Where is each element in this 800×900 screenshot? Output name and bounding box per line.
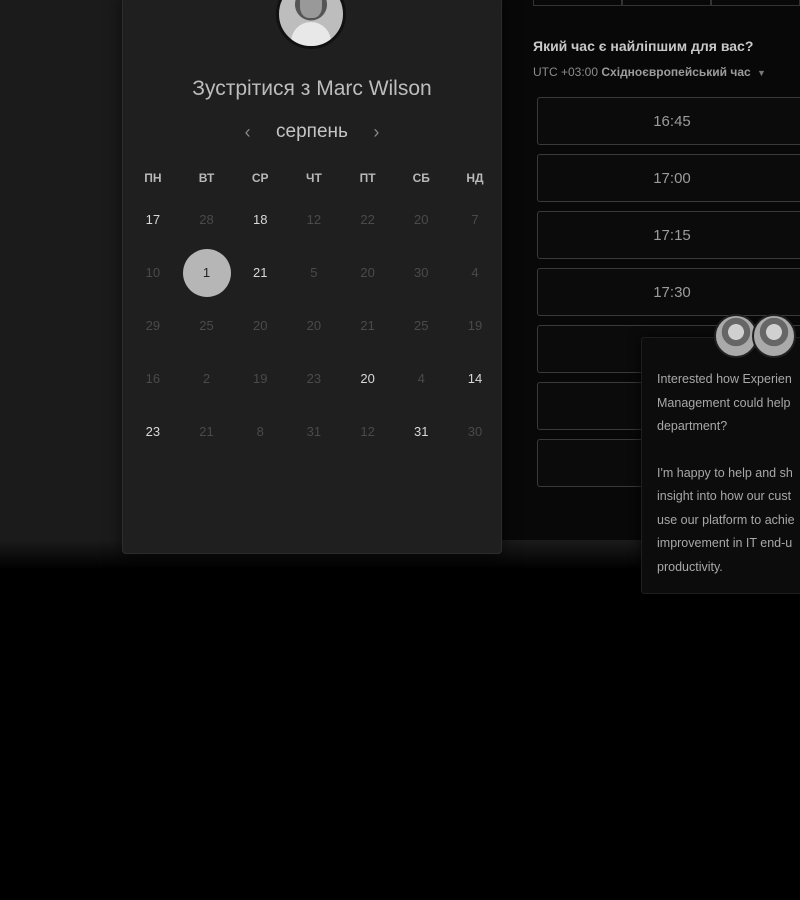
calendar-day[interactable]: 17: [126, 212, 180, 227]
calendar-day: 30: [414, 265, 429, 280]
chat-line: Interested how Experien: [657, 372, 792, 386]
calendar-day: 20: [306, 318, 322, 333]
calendar-day: 21: [199, 424, 214, 439]
calendar-day: 10: [145, 265, 161, 280]
selected-day[interactable]: 1: [180, 248, 234, 297]
calendar-day: 20: [360, 265, 375, 280]
calendar-day: 28: [199, 212, 214, 227]
calendar-day: 5: [310, 265, 318, 280]
chat-line: insight into how our cust: [657, 489, 792, 503]
time-slot-button[interactable]: 17:00: [537, 154, 800, 202]
chat-line: productivity.: [657, 559, 723, 574]
agent-avatar-2[interactable]: [752, 314, 796, 358]
tab[interactable]: [533, 0, 622, 6]
calendar-day: 30: [467, 424, 483, 439]
timezone-selector[interactable]: UTC +03:00 Східноєвропейський час ▼: [533, 65, 766, 79]
calendar-grid: ПН ВТ СР ЧТ ПТ СБ НД 17 28 18 12 22 20 7 10 1 21 5 20 30 4 29…: [126, 163, 502, 458]
time-slot-button[interactable]: 17:15: [537, 211, 800, 259]
chat-line: use our platform to achie: [657, 512, 795, 527]
calendar-week-row: 17 28 18 12 22 20 7: [126, 193, 502, 246]
calendar-day[interactable]: 18: [233, 212, 287, 227]
calendar-day[interactable]: 14: [448, 371, 502, 386]
chat-line: improvement in IT end-u: [657, 536, 793, 550]
weekday-label: НД: [466, 171, 484, 185]
selected-day-label: 1: [182, 248, 231, 297]
calendar-day: 23: [306, 371, 322, 386]
chat-paragraph-2: I'm happy to help and sh insight into how…: [657, 462, 800, 580]
calendar-week-row: 10 1 21 5 20 30 4: [126, 246, 502, 299]
timezone-name: Східноєвропейський час: [601, 65, 751, 79]
chat-line: department?: [657, 419, 728, 433]
tab[interactable]: [622, 0, 711, 6]
calendar-week-row: 29 25 20 20 21 25 19: [126, 299, 502, 352]
calendar-day: 31: [306, 424, 322, 439]
calendar-day: 25: [414, 318, 429, 333]
weekday-label: ПН: [144, 171, 162, 185]
month-label: серпень: [276, 121, 348, 142]
calendar-day: 4: [417, 371, 425, 386]
calendar-day[interactable]: 20: [341, 371, 395, 386]
next-month-icon[interactable]: ›: [366, 122, 386, 143]
caret-down-icon: ▼: [757, 68, 766, 78]
calendar-day: 19: [467, 318, 483, 333]
calendar-day: 4: [471, 265, 479, 280]
calendar-day: 16: [145, 371, 161, 386]
weekday-label: ПТ: [359, 171, 376, 185]
weekday-label: ЧТ: [306, 171, 322, 185]
calendar-day: 2: [202, 371, 211, 386]
calendar-day: 12: [360, 424, 375, 439]
calendar-day: 21: [360, 318, 375, 333]
calendar-day: 20: [252, 318, 268, 333]
month-navigation: ‹ серпень ›: [123, 121, 501, 143]
calendar-day[interactable]: 23: [126, 424, 180, 439]
host-avatar: [276, 0, 346, 49]
calendar-week-row: 23 21 8 31 12 31 30: [126, 405, 502, 458]
weekday-label: СР: [251, 171, 269, 185]
time-question: Який час є найліпшим для вас?: [533, 38, 754, 54]
calendar-week-row: 16 2 19 23 20 4 14: [126, 352, 502, 405]
calendar-day: 22: [360, 212, 375, 227]
calendar-day: 29: [145, 318, 161, 333]
calendar-day: 12: [306, 212, 322, 227]
time-slot-button[interactable]: 16:45: [537, 97, 800, 145]
weekday-label: СБ: [412, 171, 430, 185]
tab[interactable]: [711, 0, 800, 6]
weekday-label: ВТ: [198, 171, 215, 185]
chat-line: Management could help: [657, 395, 791, 410]
chat-popup: Interested how Experien Management could …: [641, 337, 800, 594]
meeting-title: Зустрітися з Marc Wilson: [192, 77, 432, 100]
chat-message: Interested how Experien Management could …: [657, 368, 800, 579]
calendar-day[interactable]: 31: [394, 424, 448, 439]
calendar-card: Зустрітися з Marc Wilson ‹ серпень › ПН В…: [122, 0, 502, 554]
calendar-day: 20: [414, 212, 429, 227]
top-tabs: [533, 0, 800, 6]
time-slot-button[interactable]: 17:30: [537, 268, 800, 316]
calendar-day[interactable]: 21: [233, 265, 287, 280]
weekday-header: ПН ВТ СР ЧТ ПТ СБ НД: [126, 163, 502, 193]
calendar-day: 25: [199, 318, 214, 333]
calendar-day: 8: [256, 424, 264, 439]
calendar-day: 7: [471, 212, 479, 227]
calendar-day: 19: [252, 371, 268, 386]
timezone-offset: UTC +03:00: [533, 65, 599, 79]
chat-line: I'm happy to help and sh: [657, 465, 793, 480]
chat-paragraph-1: Interested how Experien Management could …: [657, 368, 800, 439]
prev-month-icon[interactable]: ‹: [238, 122, 258, 143]
